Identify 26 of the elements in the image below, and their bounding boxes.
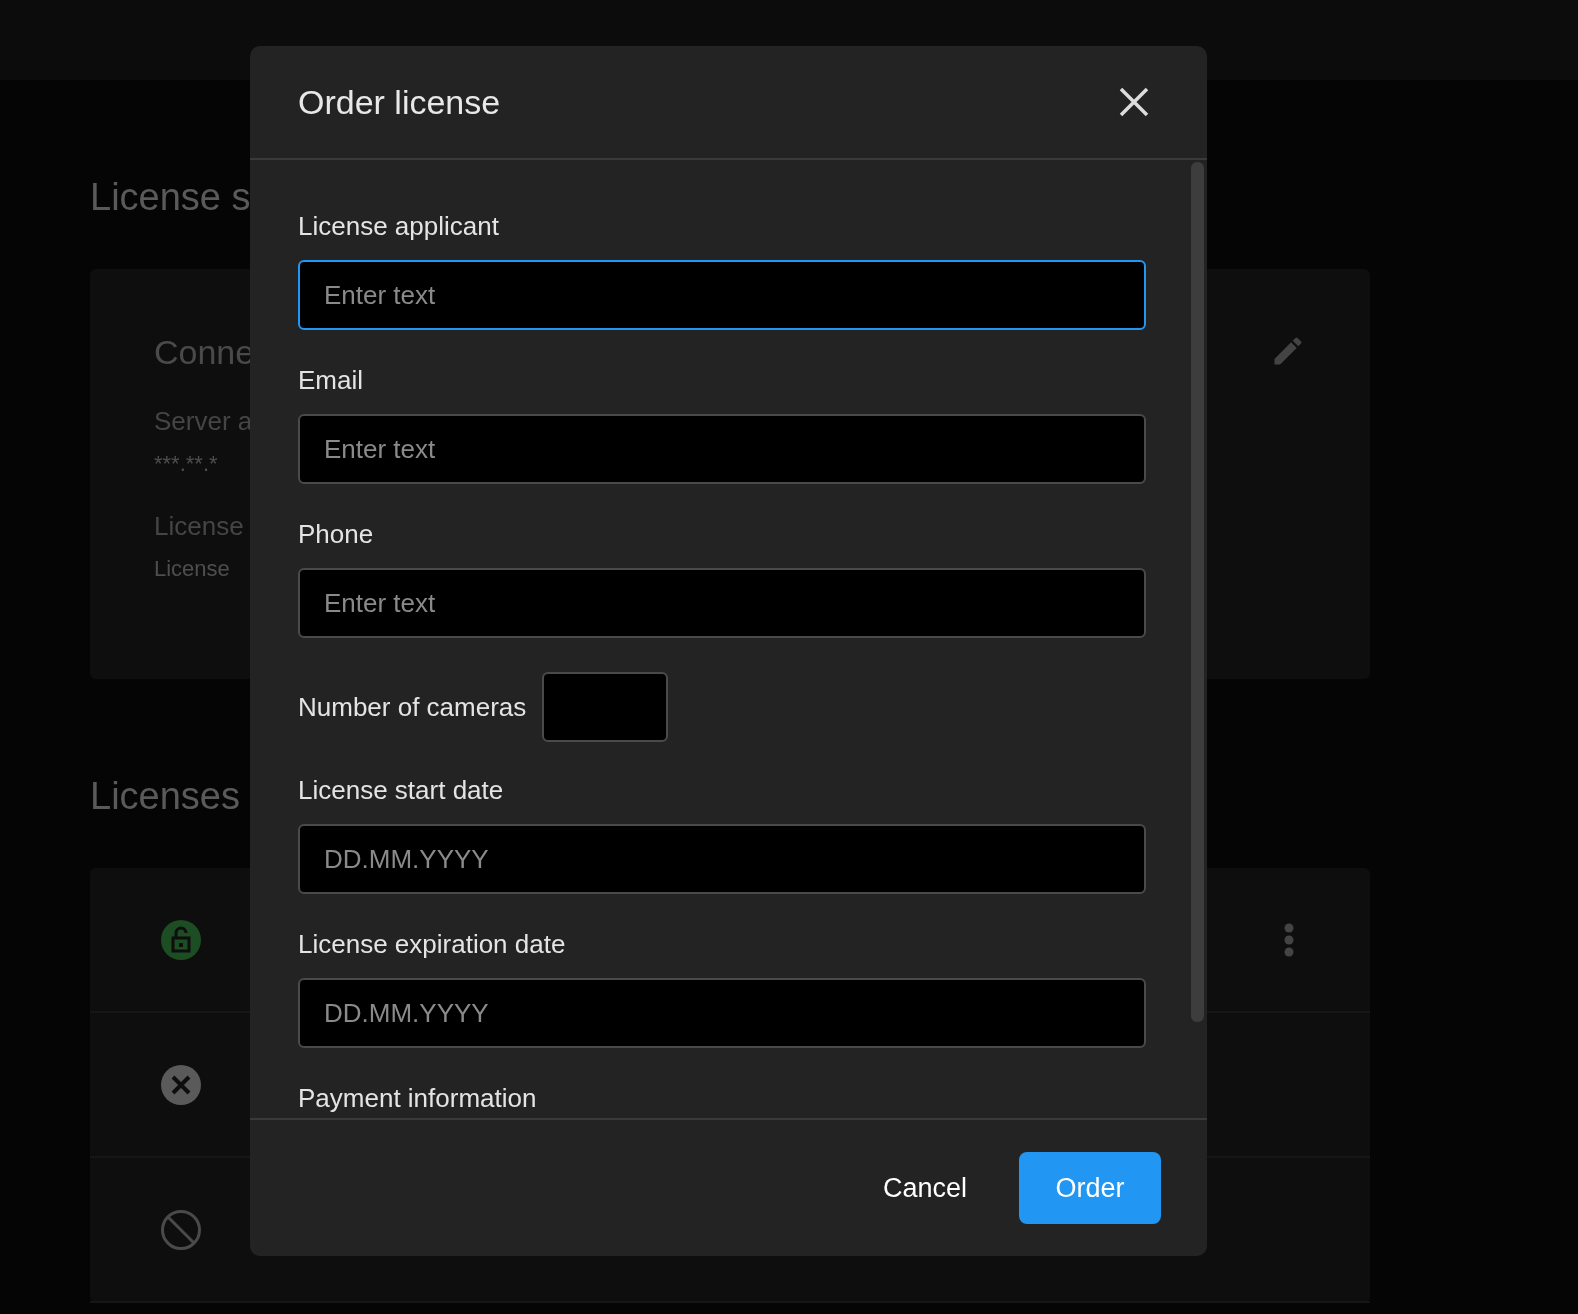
field-label: Number of cameras — [298, 691, 527, 723]
blocked-icon — [160, 1208, 202, 1251]
field-value: License — [154, 556, 231, 582]
dialog-title: Order license — [298, 82, 501, 122]
text-input[interactable]: DD.MM.YYYY — [298, 824, 1146, 894]
text-input[interactable]: Enter text — [298, 260, 1146, 330]
field-value: ***.**.* — [154, 451, 219, 477]
scrollbar[interactable] — [1191, 162, 1204, 1022]
text-input[interactable]: Enter text — [298, 568, 1146, 638]
text-input[interactable]: Enter text — [298, 414, 1146, 484]
field-label: Payment information — [298, 1082, 538, 1114]
field-label: License start date — [298, 774, 505, 806]
cancel-button[interactable]: Cancel — [882, 1152, 967, 1224]
error-icon — [160, 1063, 202, 1106]
field-label: Email — [298, 364, 364, 396]
number-input[interactable] — [542, 672, 669, 742]
page-heading: License s — [90, 176, 251, 219]
lock-icon — [160, 918, 202, 961]
card-title: Conne — [154, 333, 255, 372]
field-label: Phone — [298, 518, 375, 550]
text-input[interactable]: DD.MM.YYYY — [298, 978, 1146, 1048]
kebab-menu-icon[interactable] — [1284, 922, 1294, 957]
field-label: License expiration date — [298, 928, 567, 960]
field-label: License applicant — [298, 210, 500, 242]
section-heading: Licenses — [90, 775, 240, 818]
close-button[interactable] — [1117, 85, 1151, 119]
